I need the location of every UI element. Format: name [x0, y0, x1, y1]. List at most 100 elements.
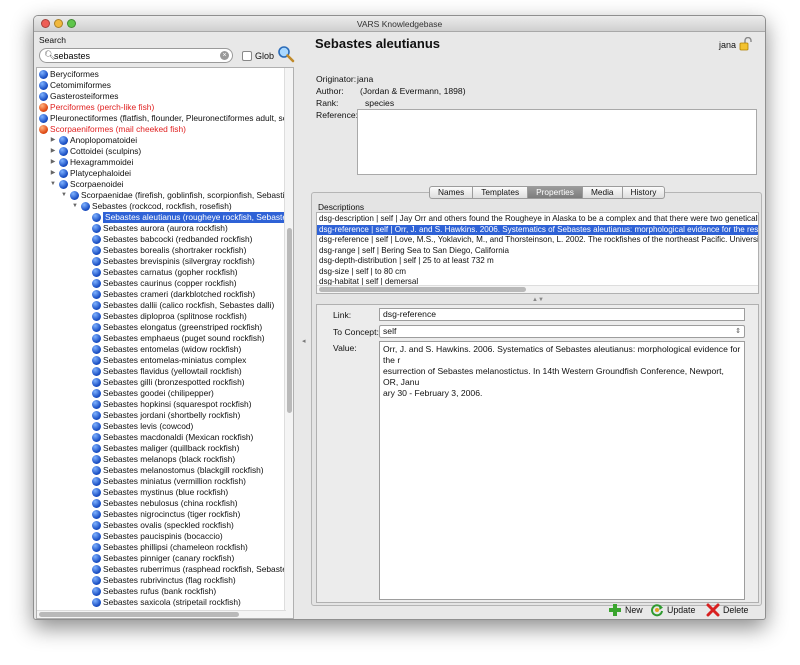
panel-splitter[interactable]: ◂ [299, 32, 309, 619]
tree-item-label: Sebastes hopkinsi (squarespot rockfish) [103, 399, 252, 409]
tree-item[interactable]: Sebastes entomelas (widow rockfish) [37, 344, 285, 355]
delete-button[interactable]: Delete [706, 603, 748, 617]
tree-item[interactable]: Beryciformes [37, 69, 285, 80]
update-button[interactable]: Update [650, 603, 695, 617]
tree-item[interactable]: Gasterosteiformes [37, 91, 285, 102]
tree-item[interactable]: Sebastes emphaeus (puget sound rockfish) [37, 333, 285, 344]
description-row[interactable]: dsg-depth-distribution | self | 25 to at… [317, 256, 758, 266]
tree-item[interactable]: Sebastes jordani (shortbelly rockfish) [37, 410, 285, 421]
lock-icon[interactable] [739, 37, 753, 51]
tree-item[interactable]: Sebastes aleutianus (rougheye rockfish, … [37, 212, 293, 223]
concept-node-icon [92, 510, 101, 519]
reference-textarea[interactable] [357, 109, 757, 175]
disclosure-expanded-icon[interactable]: ▼ [49, 179, 57, 190]
description-row[interactable]: dsg-reference | self | Orr, J. and S. Ha… [317, 224, 758, 235]
close-window-button[interactable] [41, 19, 50, 28]
disclosure-collapsed-icon[interactable]: ▶ [49, 168, 57, 179]
tree-item[interactable]: Sebastes melanostomus (blackgill rockfis… [37, 465, 285, 476]
tree-item[interactable]: Sebastes hopkinsi (squarespot rockfish) [37, 399, 285, 410]
zoom-window-button[interactable] [67, 19, 76, 28]
tree-item[interactable]: Pleuronectiformes (flatfish, flounder, P… [37, 113, 293, 124]
tree-item[interactable]: Sebastes mystinus (blue rockfish) [37, 487, 285, 498]
tree-item[interactable]: ▼ Scorpaenoidei [37, 179, 285, 190]
glob-checkbox[interactable] [242, 51, 252, 61]
tree-item[interactable]: Sebastes ovalis (speckled rockfish) [37, 520, 285, 531]
tree-item[interactable]: ▼ Sebastes (rockcod, rockfish, rosefish) [37, 201, 285, 212]
tree-item[interactable]: Sebastes rufus (bank rockfish) [37, 586, 285, 597]
tree-item[interactable]: Sebastes pinniger (canary rockfish) [37, 553, 285, 564]
new-button[interactable]: New [608, 603, 643, 617]
tree-item[interactable]: Sebastes macdonaldi (Mexican rockfish) [37, 432, 285, 443]
tree-item[interactable]: Sebastes babcocki (redbanded rockfish) [37, 234, 285, 245]
tree-item[interactable]: ▼ Scorpaenidae (firefish, goblinfish, sco… [37, 190, 293, 201]
disclosure-collapsed-icon[interactable]: ▶ [49, 146, 57, 157]
tree-item[interactable]: Sebastes brevispinis (silvergray rockfis… [37, 256, 285, 267]
tree-item[interactable]: Sebastes dallii (calico rockfish, Sebast… [37, 300, 285, 311]
tab-media[interactable]: Media [583, 187, 623, 198]
tree-item-label: Sebastes gilli (bronzespotted rockfish) [103, 377, 245, 387]
tree-item[interactable]: Sebastes flavidus (yellowtail rockfish) [37, 366, 285, 377]
tree-item[interactable]: Sebastes carnatus (gopher rockfish) [37, 267, 285, 278]
tree-item[interactable]: Sebastes miniatus (vermillion rockfish) [37, 476, 285, 487]
new-button-label: New [625, 605, 643, 615]
value-textarea[interactable]: Orr, J. and S. Hawkins. 2006. Systematic… [379, 341, 745, 600]
concept-node-icon [92, 499, 101, 508]
tab-properties[interactable]: Properties [528, 187, 583, 198]
descriptions-list[interactable]: dsg-habitat | self | demersal dsg-size | … [316, 212, 759, 294]
tree-item-label: Sebastes aurora (aurora rockfish) [103, 223, 228, 233]
tree-item[interactable]: Sebastes goodei (chilipepper) [37, 388, 285, 399]
disclosure-expanded-icon[interactable]: ▼ [60, 190, 68, 201]
tree-item-label: Sebastes babcocki (redbanded rockfish) [103, 234, 253, 244]
tree-horizontal-scrollbar[interactable] [37, 610, 286, 618]
clear-search-icon[interactable]: × [220, 51, 229, 60]
tree-item[interactable]: Sebastes rubrivinctus (flag rockfish) [37, 575, 285, 586]
tree-item[interactable]: Cetomimiformes [37, 80, 285, 91]
link-input[interactable]: dsg-reference [379, 308, 745, 321]
disclosure-collapsed-icon[interactable]: ▶ [49, 135, 57, 146]
tree-item[interactable]: ▶ Cottoidei (sculpins) [37, 146, 285, 157]
tree-item[interactable]: Sebastes melanops (black rockfish) [37, 454, 285, 465]
description-row[interactable]: dsg-description | self | Jay Orr and oth… [317, 214, 758, 224]
tree-item[interactable]: Sebastes crameri (darkblotched rockfish) [37, 289, 285, 300]
tree-item[interactable]: Sebastes nigrocinctus (tiger rockfish) [37, 509, 285, 520]
minimize-window-button[interactable] [54, 19, 63, 28]
description-row[interactable]: dsg-reference | self | Love, M.S., Yokla… [317, 235, 758, 245]
tree-item[interactable]: Perciformes (perch-like fish) [37, 102, 285, 113]
tree-vertical-scrollbar[interactable] [284, 68, 293, 618]
disclosure-collapsed-icon[interactable]: ▶ [49, 157, 57, 168]
description-row[interactable]: dsg-size | self | to 80 cm [317, 267, 758, 277]
tree-item[interactable]: Sebastes aurora (aurora rockfish) [37, 223, 285, 234]
tree-item[interactable]: Sebastes caurinus (copper rockfish) [37, 278, 285, 289]
tree-item[interactable]: Sebastes borealis (shortraker rockfish) [37, 245, 285, 256]
tree-item[interactable]: Sebastes saxicola (stripetail rockfish) [37, 597, 285, 608]
tree-item[interactable]: ▶ Platycephaloidei [37, 168, 285, 179]
tree-item[interactable]: Sebastes ruberrimus (rasphead rockfish, … [37, 564, 293, 575]
description-row[interactable]: dsg-range | self | Bering Sea to San Die… [317, 246, 758, 256]
tab-templates[interactable]: Templates [473, 187, 529, 198]
tree-item[interactable]: Sebastes levis (cowcod) [37, 421, 285, 432]
tree-item[interactable]: ▶ Hexagrammoidei [37, 157, 285, 168]
disclosure-expanded-icon[interactable]: ▼ [71, 201, 79, 212]
split-handle-icon[interactable]: ▲▼ [532, 297, 544, 303]
search-field[interactable]: 🔍︎ × [39, 48, 233, 63]
tree-item[interactable]: Sebastes phillipsi (chameleon rockfish) [37, 542, 285, 553]
tree-item[interactable]: Sebastes entomelas-miniatus complex [37, 355, 285, 366]
tree-item[interactable]: ▶ Anoplopomatoidei [37, 135, 285, 146]
tree-item[interactable]: Sebastes nebulosus (china rockfish) [37, 498, 285, 509]
descriptions-horizontal-scrollbar[interactable] [317, 285, 758, 293]
tree-item[interactable]: Scorpaeniformes (mail cheeked fish) [37, 124, 285, 135]
tree-item-label: Scorpaeniformes (mail cheeked fish) [50, 124, 186, 134]
search-button-magnifier-icon[interactable] [277, 45, 295, 63]
tree-item[interactable]: Sebastes maliger (quillback rockfish) [37, 443, 285, 454]
tree-item[interactable]: Sebastes gilli (bronzespotted rockfish) [37, 377, 285, 388]
search-input[interactable] [54, 50, 214, 61]
tab-names[interactable]: Names [430, 187, 474, 198]
tree-item[interactable]: Sebastes diploproa (splitnose rockfish) [37, 311, 285, 322]
tab-history[interactable]: History [623, 187, 665, 198]
tree-item[interactable]: Sebastes elongatus (greenstriped rockfis… [37, 322, 285, 333]
tree-item[interactable]: Sebastes paucispinis (bocaccio) [37, 531, 285, 542]
concept-tree[interactable]: Sebastes saxicola (stripetail rockfish) S… [36, 67, 294, 619]
tree-item-label: Sebastes saxicola (stripetail rockfish) [103, 597, 241, 607]
to-concept-select[interactable]: self ⇕ [379, 325, 745, 338]
rank-value: species [365, 98, 395, 108]
